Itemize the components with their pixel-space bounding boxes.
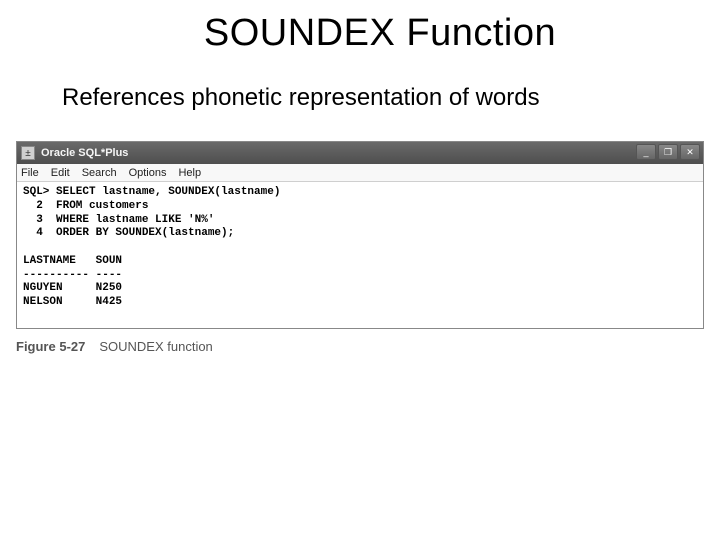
sqlplus-window: ± Oracle SQL*Plus _ ❐ ✕ File Edit Search… (16, 141, 704, 329)
menu-file[interactable]: File (21, 167, 39, 179)
window-titlebar: ± Oracle SQL*Plus _ ❐ ✕ (17, 142, 703, 164)
result-row-2: NELSON N425 (23, 296, 122, 308)
figure-caption: Figure 5-27 SOUNDEX function (16, 339, 704, 354)
app-icon: ± (21, 146, 35, 160)
menu-edit[interactable]: Edit (51, 167, 70, 179)
result-header: LASTNAME SOUN (23, 255, 122, 267)
menu-bar: File Edit Search Options Help (17, 164, 703, 182)
terminal-output: SQL> SELECT lastname, SOUNDEX(lastname) … (17, 182, 703, 328)
menu-help[interactable]: Help (178, 167, 201, 179)
result-row-1: NGUYEN N250 (23, 282, 122, 294)
slide-subtitle: References phonetic representation of wo… (0, 55, 720, 113)
menu-options[interactable]: Options (129, 167, 167, 179)
sql-line-3: 3 WHERE lastname LIKE 'N%' (23, 214, 214, 226)
maximize-button[interactable]: ❐ (658, 144, 678, 160)
sql-line-1: SQL> SELECT lastname, SOUNDEX(lastname) (23, 186, 280, 198)
menu-search[interactable]: Search (82, 167, 117, 179)
figure-label: Figure 5-27 (16, 339, 85, 354)
figure-text: SOUNDEX function (99, 339, 212, 354)
close-button[interactable]: ✕ (680, 144, 700, 160)
result-divider: ---------- ---- (23, 269, 122, 281)
app-title: Oracle SQL*Plus (41, 147, 128, 159)
slide-title: SOUNDEX Function (0, 0, 720, 55)
sql-line-4: 4 ORDER BY SOUNDEX(lastname); (23, 227, 234, 239)
sql-line-2: 2 FROM customers (23, 200, 148, 212)
minimize-button[interactable]: _ (636, 144, 656, 160)
